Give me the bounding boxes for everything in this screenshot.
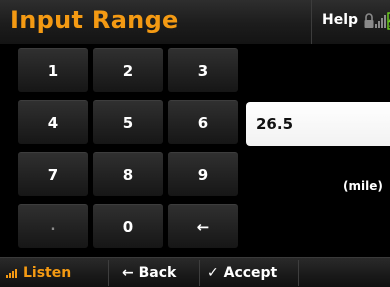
signal-icon [375, 15, 386, 28]
key-decimal-point[interactable]: . [18, 204, 88, 248]
key-5[interactable]: 5 [93, 100, 163, 144]
back-button[interactable]: ← Back [122, 258, 176, 287]
key-6[interactable]: 6 [168, 100, 238, 144]
key-0[interactable]: 0 [93, 204, 163, 248]
bottom-divider [298, 260, 299, 286]
lock-icon [364, 13, 374, 28]
listen-button[interactable]: Listen [6, 258, 71, 287]
key-2[interactable]: 2 [93, 48, 163, 92]
status-icons [364, 9, 390, 33]
bottom-divider [199, 260, 200, 286]
status-icons-graphic [364, 12, 390, 30]
listen-label: Listen [23, 265, 72, 281]
bottom-divider [108, 260, 109, 286]
unit-label: (mile) [343, 179, 383, 193]
header-divider [311, 0, 312, 44]
range-value-input[interactable]: 26.5 [246, 102, 390, 146]
page-title: Input Range [10, 6, 179, 34]
help-button[interactable]: Help [322, 12, 358, 28]
key-1[interactable]: 1 [18, 48, 88, 92]
key-8[interactable]: 8 [93, 152, 163, 196]
accept-button[interactable]: ✓ Accept [207, 258, 277, 287]
key-4[interactable]: 4 [18, 100, 88, 144]
backspace-key[interactable]: ← [168, 204, 238, 248]
key-3[interactable]: 3 [168, 48, 238, 92]
listen-signal-icon [6, 269, 17, 278]
header-bar: Input Range Help [0, 0, 390, 45]
key-9[interactable]: 9 [168, 152, 238, 196]
bottom-bar: Listen ← Back ✓ Accept [0, 257, 390, 287]
input-range-screen: Input Range Help 1 2 3 4 5 6 7 8 9 . 0 ←… [0, 0, 390, 287]
key-7[interactable]: 7 [18, 152, 88, 196]
